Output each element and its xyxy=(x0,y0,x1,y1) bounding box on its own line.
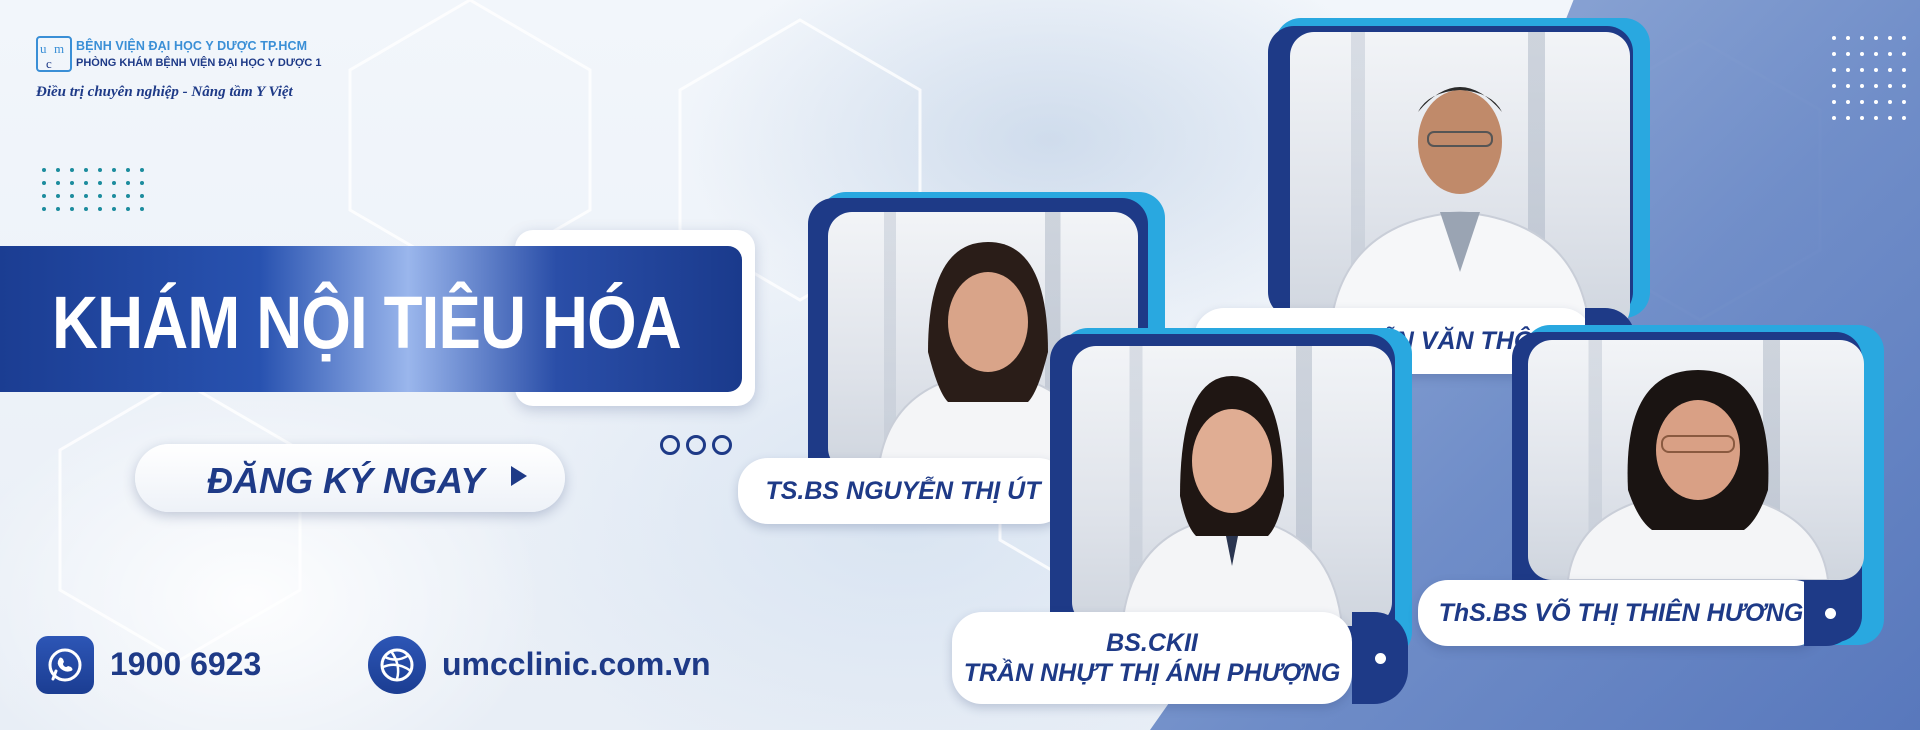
clinic-name: PHÒNG KHÁM BỆNH VIỆN ĐẠI HỌC Y DƯỢC 1 xyxy=(76,57,322,69)
doctor-name-pill-huong[interactable]: ThS.BS VÕ THỊ THIÊN HƯƠNG xyxy=(1418,580,1824,646)
dot-grid-left xyxy=(42,168,144,211)
umc-logo-icon: u m c xyxy=(36,36,72,72)
phone-number[interactable]: 1900 6923 xyxy=(110,646,261,683)
doctor-name: TS.BS NGUYỄN THỊ ÚT xyxy=(765,477,1041,505)
doctor-tab-phuong xyxy=(1352,612,1408,704)
doctor-title: BS.CKII xyxy=(1106,629,1198,657)
svg-text:u: u xyxy=(40,41,47,56)
play-arrow-icon xyxy=(511,466,527,486)
decorative-circles xyxy=(660,435,732,455)
doctor-photo-huong xyxy=(1528,340,1864,580)
globe-ball-icon[interactable] xyxy=(368,636,426,694)
svg-text:m: m xyxy=(54,41,64,56)
register-button[interactable]: ĐĂNG KÝ NGAY xyxy=(135,444,565,512)
svg-text:c: c xyxy=(46,56,52,71)
website-link[interactable]: umcclinic.com.vn xyxy=(442,646,711,683)
tagline: Điều trị chuyên nghiệp - Nâng tầm Y Việt xyxy=(36,84,293,100)
page-title: KHÁM NỘI TIÊU HÓA xyxy=(52,281,682,364)
doctor-name-block: BS.CKII TRẦN NHỰT THỊ ÁNH PHƯỢNG xyxy=(964,628,1341,688)
doctor-photo-thong xyxy=(1290,32,1630,332)
doctor-name-pill-phuong[interactable]: BS.CKII TRẦN NHỰT THỊ ÁNH PHƯỢNG xyxy=(952,612,1352,704)
whatsapp-phone-icon[interactable] xyxy=(36,636,94,694)
dot-grid-right xyxy=(1832,36,1906,120)
register-label: ĐĂNG KÝ NGAY xyxy=(207,460,485,501)
doctor-name: TRẦN NHỰT THỊ ÁNH PHƯỢNG xyxy=(963,659,1341,687)
doctor-name-pill-ut[interactable]: TS.BS NGUYỄN THỊ ÚT xyxy=(738,458,1068,524)
doctor-name: ThS.BS VÕ THỊ THIÊN HƯƠNG xyxy=(1438,599,1804,627)
doctor-photo-phuong xyxy=(1072,346,1392,626)
doctor-tab-huong xyxy=(1804,580,1856,646)
hospital-name: BỆNH VIỆN ĐẠI HỌC Y DƯỢC TP.HCM xyxy=(76,39,308,53)
